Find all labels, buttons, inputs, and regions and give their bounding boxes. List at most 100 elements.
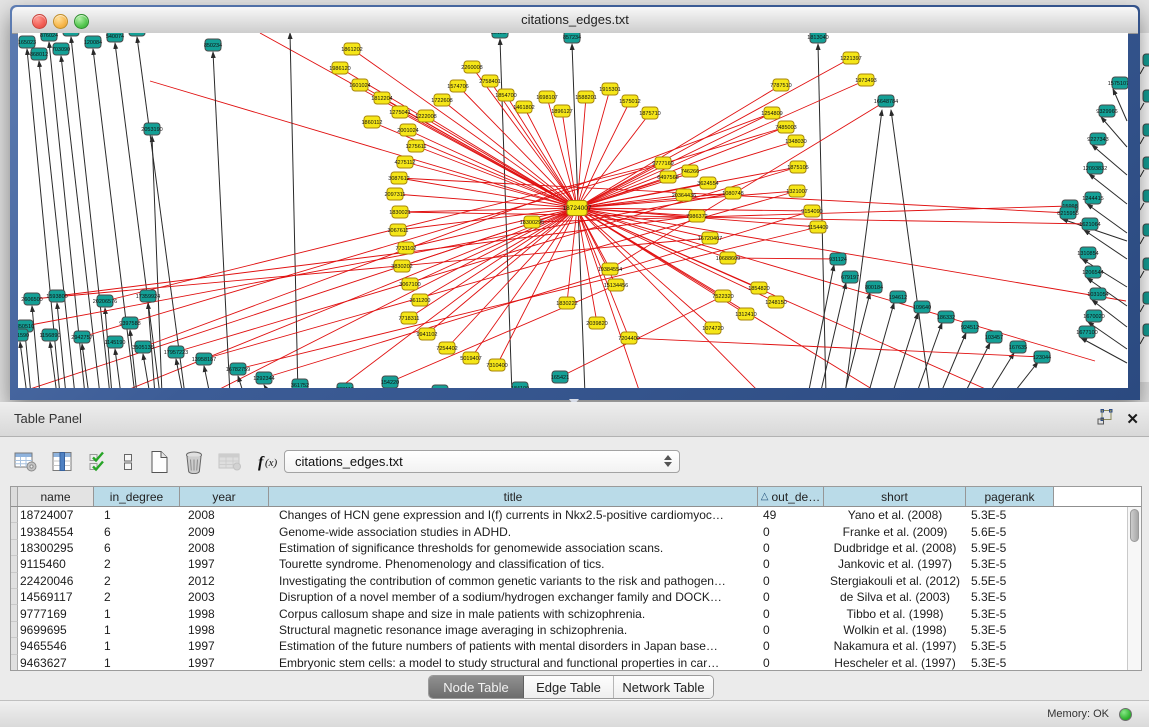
network-node[interactable]: 679197 [841, 271, 859, 283]
table-cell[interactable]: Franke et al. (2009) [824, 523, 966, 539]
network-node[interactable]: 2942757 [71, 331, 92, 343]
network-node[interactable]: 167635 [1009, 341, 1027, 353]
table-row[interactable]: 1872400712008Changes of HCN gene express… [11, 507, 1141, 523]
network-node[interactable]: 6497568 [657, 171, 678, 183]
network-node[interactable] [1143, 157, 1149, 169]
table-cell[interactable]: Hescheler et al. (1997) [824, 655, 966, 671]
table-cell[interactable]: 2009 [180, 523, 269, 539]
network-node[interactable]: 3087612 [388, 172, 409, 184]
table-cell[interactable]: 2 [94, 573, 180, 589]
network-node[interactable]: 19384554 [598, 263, 622, 275]
table-cell[interactable]: 5.3E-5 [966, 638, 1054, 654]
network-node[interactable]: 361752 [291, 379, 309, 388]
network-node[interactable]: 184100 [511, 382, 529, 388]
network-node[interactable]: 857234 [563, 33, 581, 43]
network-node[interactable]: 15751074 [1108, 77, 1128, 89]
network-node[interactable] [1143, 124, 1149, 136]
table-cell[interactable]: 1 [94, 622, 180, 638]
network-node[interactable]: 850234 [204, 39, 222, 51]
table-cell[interactable]: 0 [758, 523, 824, 539]
table-row[interactable]: 1456911722003Disruption of a novel membe… [11, 589, 1141, 605]
network-node[interactable]: 7254402 [436, 342, 457, 354]
network-node[interactable]: 1875710 [639, 107, 660, 119]
network-node[interactable]: 1156890 [39, 329, 60, 341]
table-scrollbar[interactable] [1127, 507, 1141, 670]
column-visibility-icon[interactable] [51, 448, 75, 476]
network-node[interactable]: 9154090 [801, 205, 822, 217]
row-selection-icon[interactable] [88, 448, 108, 476]
network-node[interactable]: 9329966 [1096, 105, 1117, 117]
table-row[interactable]: 977716911998Corpus callosum shape and si… [11, 605, 1141, 621]
network-node[interactable]: 1275611 [405, 140, 426, 152]
table-cell[interactable]: 5.3E-5 [966, 622, 1054, 638]
column-header-year[interactable]: year [180, 487, 269, 506]
table-cell[interactable]: 9463627 [18, 655, 94, 671]
table-cell[interactable]: 6 [94, 523, 180, 539]
network-node[interactable]: 1588201 [575, 91, 596, 103]
table-row[interactable]: 1938455462009Genome-wide association stu… [11, 523, 1141, 539]
table-cell[interactable]: 1998 [180, 605, 269, 621]
network-node[interactable]: 154220 [381, 376, 399, 388]
table-cell[interactable]: 5.3E-5 [966, 605, 1054, 621]
network-graph[interactable]: 1872400718612021986120160102418122041275… [18, 33, 1128, 388]
network-node[interactable]: 16720407 [698, 232, 722, 244]
tab-network-table[interactable]: Network Table [614, 676, 713, 698]
table-cell[interactable]: 19384554 [18, 523, 94, 539]
network-node[interactable]: 1915301 [599, 83, 620, 95]
new-column-icon[interactable] [148, 448, 170, 476]
rows-icon[interactable] [121, 448, 135, 476]
table-cell[interactable]: Genome-wide association studies in ADHD. [269, 523, 758, 539]
network-node[interactable]: 10688609 [716, 252, 740, 264]
network-node[interactable]: 165421 [551, 371, 569, 383]
table-cell[interactable]: Tibbo et al. (1998) [824, 605, 966, 621]
table-row[interactable]: 969969511998Structural magnetic resonanc… [11, 622, 1141, 638]
network-node[interactable]: 1812204 [371, 92, 392, 104]
table-cell[interactable]: 2008 [180, 540, 269, 556]
table-cell[interactable]: Structural magnetic resonance image aver… [269, 622, 758, 638]
network-node[interactable]: 551234 [491, 33, 509, 38]
network-node[interactable]: 3505135 [132, 341, 153, 353]
tab-node-table[interactable]: Node Table [429, 676, 524, 698]
table-cell[interactable]: Nakamura et al. (1997) [824, 638, 966, 654]
network-node[interactable]: 1206544 [1082, 266, 1103, 278]
network-node[interactable]: 2039820 [586, 317, 607, 329]
table-cell[interactable]: 0 [758, 540, 824, 556]
table-cell[interactable]: Dudbridge et al. (2008) [824, 540, 966, 556]
network-node[interactable]: 931124 [829, 253, 847, 265]
network-node[interactable]: 1310854 [1077, 247, 1098, 259]
table-cell[interactable]: Estimation of significance thresholds fo… [269, 540, 758, 556]
network-node[interactable]: 391590 [18, 329, 29, 341]
network-node[interactable]: 13958187 [192, 353, 216, 365]
network-node[interactable]: 1670020 [1083, 310, 1104, 322]
network-node[interactable]: 1575012 [619, 95, 640, 107]
network-node[interactable]: 1973493 [855, 74, 876, 86]
network-node[interactable]: 7718311 [398, 312, 419, 324]
network-node[interactable]: 5019407 [460, 352, 481, 364]
network-node[interactable]: 2097311 [384, 188, 405, 200]
network-node[interactable]: 1154409 [807, 221, 828, 233]
network-node[interactable]: 1461802 [513, 101, 534, 113]
network-node[interactable]: 703090 [52, 43, 70, 55]
table-cell[interactable]: 1 [94, 507, 180, 523]
network-canvas[interactable]: 1872400718612021986120160102418122041275… [18, 33, 1128, 388]
table-cell[interactable]: Changes of HCN gene expression and I(f) … [269, 507, 758, 523]
window-titlebar[interactable]: citations_edges.txt [12, 7, 1138, 34]
column-header-out_de[interactable]: △out_de… [758, 487, 824, 506]
network-node[interactable]: 924512 [961, 321, 979, 333]
table-cell[interactable]: 49 [758, 507, 824, 523]
network-node[interactable]: 9777169 [652, 157, 673, 169]
network-node[interactable]: 9397588 [119, 317, 140, 329]
network-node[interactable]: 1244415 [1082, 192, 1103, 204]
network-node[interactable]: 7787510 [770, 79, 791, 91]
network-node[interactable]: 18724007 [563, 201, 592, 216]
table-cell[interactable]: 9699695 [18, 622, 94, 638]
network-node[interactable]: 20206576 [93, 295, 117, 307]
table-cell[interactable]: 1997 [180, 638, 269, 654]
table-cell[interactable]: 2012 [180, 573, 269, 589]
network-node[interactable]: 9941102 [416, 328, 437, 340]
memory-status-icon[interactable] [1119, 708, 1132, 721]
table-cell[interactable]: 22420046 [18, 573, 94, 589]
table-cell[interactable]: 1997 [180, 655, 269, 671]
network-node[interactable]: 16648784 [874, 95, 898, 107]
network-node[interactable]: 7485003 [775, 121, 796, 133]
